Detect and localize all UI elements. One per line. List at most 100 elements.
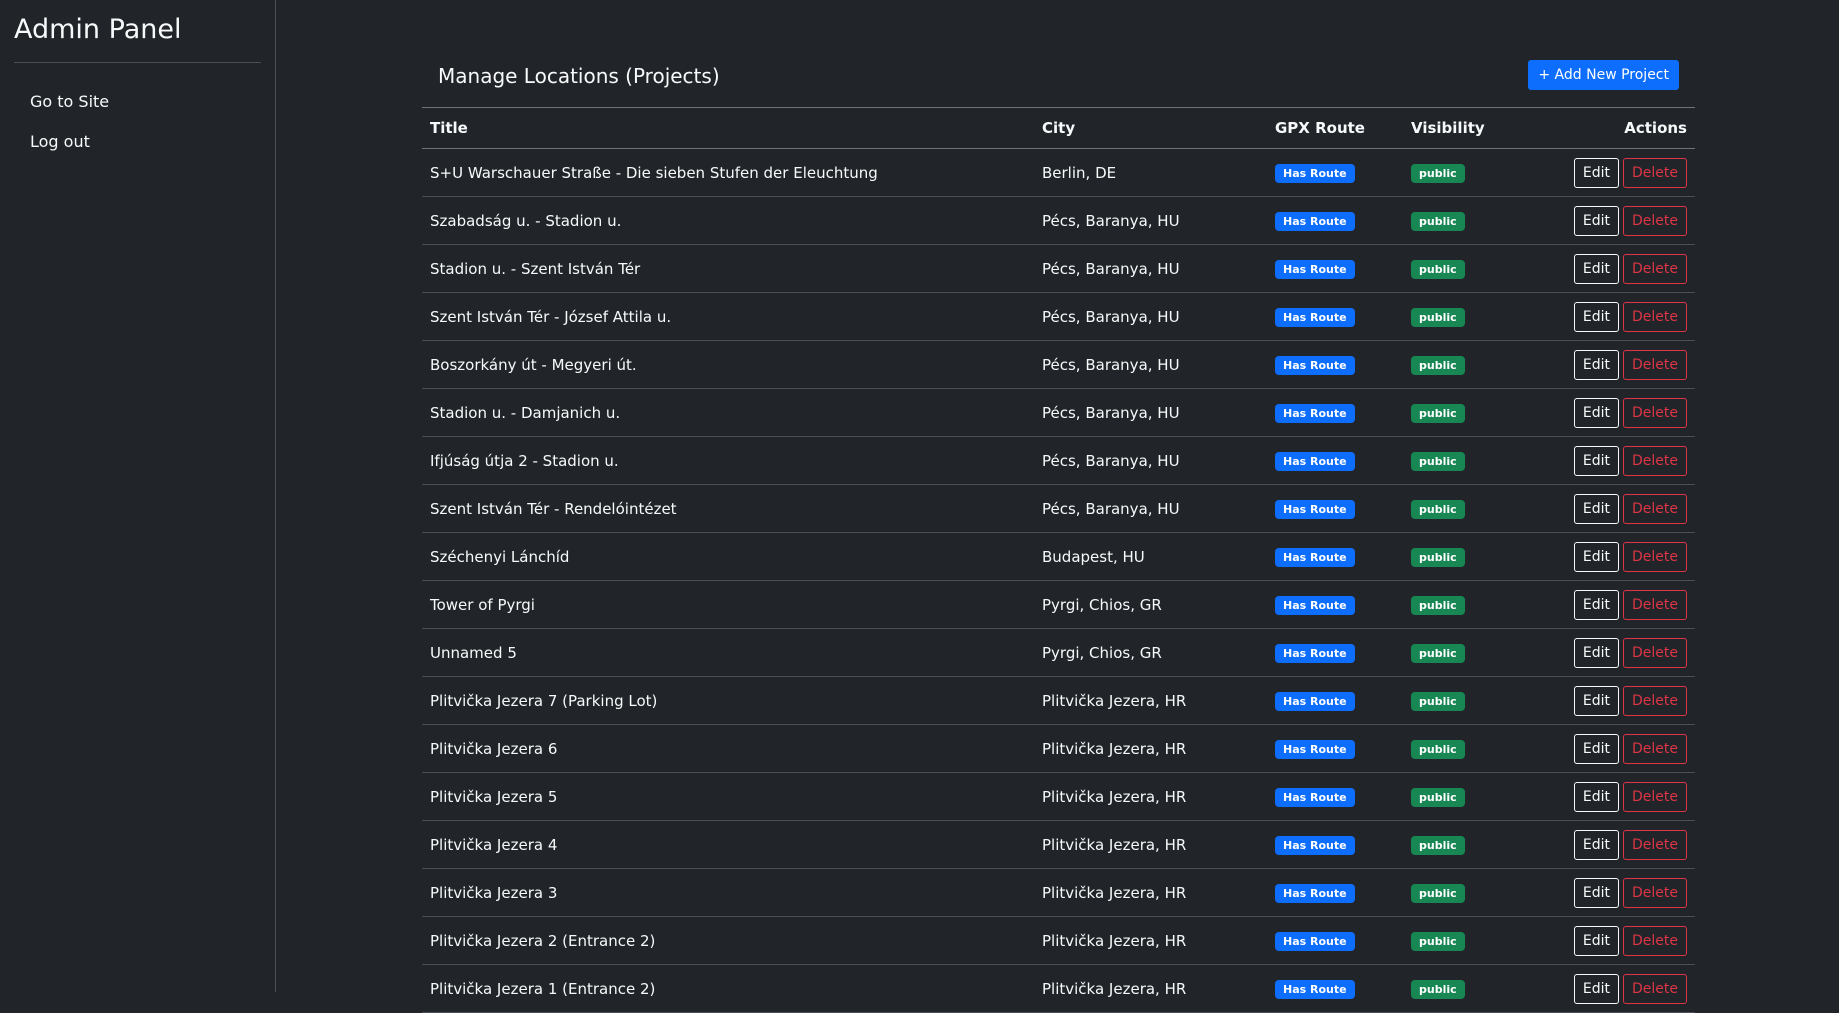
table-row: Plitvička Jezera 7 (Parking Lot) Plitvičk… [422, 676, 1695, 725]
route-cell: Has Route [1267, 148, 1403, 197]
row-title: Plitvička Jezera 6 [422, 724, 1034, 773]
delete-button[interactable]: Delete [1623, 493, 1687, 524]
edit-button[interactable]: Edit [1573, 877, 1619, 908]
delete-button[interactable]: Delete [1623, 589, 1687, 620]
edit-button[interactable]: Edit [1573, 493, 1619, 524]
row-title: Szent István Tér - Rendelóintézet [422, 484, 1034, 533]
edit-button[interactable]: Edit [1573, 685, 1619, 716]
column-header-visibility: Visibility [1403, 107, 1543, 149]
actions-cell: Edit Delete [1543, 916, 1695, 965]
row-city: Berlin, DE [1034, 148, 1267, 197]
route-cell: Has Route [1267, 628, 1403, 677]
route-badge: Has Route [1275, 931, 1355, 951]
table-row: Plitvička Jezera 4 Plitvička Jezera, HR Ha… [422, 820, 1695, 869]
add-new-project-button[interactable]: + Add New Project [1528, 60, 1679, 90]
delete-button[interactable]: Delete [1623, 829, 1687, 860]
delete-button[interactable]: Delete [1623, 541, 1687, 572]
actions-cell: Edit Delete [1543, 436, 1695, 485]
delete-button[interactable]: Delete [1623, 685, 1687, 716]
actions-cell: Edit Delete [1543, 292, 1695, 341]
route-cell: Has Route [1267, 580, 1403, 629]
route-badge: Has Route [1275, 211, 1355, 231]
delete-button[interactable]: Delete [1623, 733, 1687, 764]
column-header-actions: Actions [1543, 107, 1695, 149]
row-title: Széchenyi Lánchíd [422, 532, 1034, 581]
projects-table: Title City GPX Route Visibility Actions … [422, 107, 1695, 1013]
edit-button[interactable]: Edit [1573, 733, 1619, 764]
actions-cell: Edit Delete [1543, 772, 1695, 821]
visibility-badge: public [1411, 547, 1465, 567]
table-row: Ifjúság útja 2 - Stadion u. Pécs, Baranya… [422, 436, 1695, 485]
route-cell: Has Route [1267, 820, 1403, 869]
visibility-badge: public [1411, 595, 1465, 615]
delete-button[interactable]: Delete [1623, 301, 1687, 332]
delete-button[interactable]: Delete [1623, 205, 1687, 236]
edit-button[interactable]: Edit [1573, 589, 1619, 620]
sidebar-link-log-out[interactable]: Log out [30, 132, 90, 151]
table-row: Plitvička Jezera 3 Plitvička Jezera, HR Ha… [422, 868, 1695, 917]
column-header-title: Title [422, 107, 1034, 149]
table-row: Szent István Tér - Rendelóintézet Pécs, B… [422, 484, 1695, 533]
actions-cell: Edit Delete [1543, 244, 1695, 293]
delete-button[interactable]: Delete [1623, 925, 1687, 956]
actions-cell: Edit Delete [1543, 868, 1695, 917]
actions-cell: Edit Delete [1543, 148, 1695, 197]
visibility-cell: public [1403, 580, 1543, 629]
row-title: Tower of Pyrgi [422, 580, 1034, 629]
table-row: Stadion u. - Damjanich u. Pécs, Baranya, … [422, 388, 1695, 437]
route-badge: Has Route [1275, 739, 1355, 759]
route-cell: Has Route [1267, 244, 1403, 293]
edit-button[interactable]: Edit [1573, 397, 1619, 428]
sidebar: Admin Panel Go to Site Log out [0, 0, 276, 992]
main-content: Manage Locations (Projects) + Add New Pr… [422, 0, 1695, 1013]
visibility-badge: public [1411, 499, 1465, 519]
edit-button[interactable]: Edit [1573, 253, 1619, 284]
route-badge: Has Route [1275, 355, 1355, 375]
delete-button[interactable]: Delete [1623, 445, 1687, 476]
row-city: Pyrgi, Chios, GR [1034, 628, 1267, 677]
delete-button[interactable]: Delete [1623, 781, 1687, 812]
delete-button[interactable]: Delete [1623, 397, 1687, 428]
table-body: S+U Warschauer Straße - Die sieben Stufe… [422, 148, 1695, 1013]
visibility-cell: public [1403, 916, 1543, 965]
edit-button[interactable]: Edit [1573, 157, 1619, 188]
delete-button[interactable]: Delete [1623, 973, 1687, 1004]
edit-button[interactable]: Edit [1573, 349, 1619, 380]
delete-button[interactable]: Delete [1623, 253, 1687, 284]
edit-button[interactable]: Edit [1573, 301, 1619, 332]
delete-button[interactable]: Delete [1623, 157, 1687, 188]
delete-button[interactable]: Delete [1623, 637, 1687, 668]
edit-button[interactable]: Edit [1573, 205, 1619, 236]
table-header-row: Title City GPX Route Visibility Actions [422, 107, 1695, 149]
column-header-city: City [1034, 107, 1267, 149]
edit-button[interactable]: Edit [1573, 829, 1619, 860]
delete-button[interactable]: Delete [1623, 349, 1687, 380]
sidebar-divider [14, 62, 261, 63]
edit-button[interactable]: Edit [1573, 637, 1619, 668]
route-badge: Has Route [1275, 259, 1355, 279]
row-title: Stadion u. - Damjanich u. [422, 388, 1034, 437]
brand-title: Admin Panel [14, 14, 182, 45]
visibility-cell: public [1403, 292, 1543, 341]
row-city: Pécs, Baranya, HU [1034, 292, 1267, 341]
visibility-badge: public [1411, 355, 1465, 375]
page-title: Manage Locations (Projects) [438, 64, 720, 88]
sidebar-link-go-to-site[interactable]: Go to Site [30, 92, 109, 111]
edit-button[interactable]: Edit [1573, 445, 1619, 476]
visibility-badge: public [1411, 163, 1465, 183]
route-badge: Has Route [1275, 403, 1355, 423]
row-title: Unnamed 5 [422, 628, 1034, 677]
edit-button[interactable]: Edit [1573, 925, 1619, 956]
row-city: Plitvička Jezera, HR [1034, 964, 1267, 1013]
visibility-cell: public [1403, 532, 1543, 581]
delete-button[interactable]: Delete [1623, 877, 1687, 908]
route-badge: Has Route [1275, 499, 1355, 519]
edit-button[interactable]: Edit [1573, 781, 1619, 812]
actions-cell: Edit Delete [1543, 484, 1695, 533]
route-badge: Has Route [1275, 547, 1355, 567]
visibility-cell: public [1403, 628, 1543, 677]
visibility-cell: public [1403, 820, 1543, 869]
table-row: Plitvička Jezera 5 Plitvička Jezera, HR Ha… [422, 772, 1695, 821]
edit-button[interactable]: Edit [1573, 541, 1619, 572]
edit-button[interactable]: Edit [1573, 973, 1619, 1004]
